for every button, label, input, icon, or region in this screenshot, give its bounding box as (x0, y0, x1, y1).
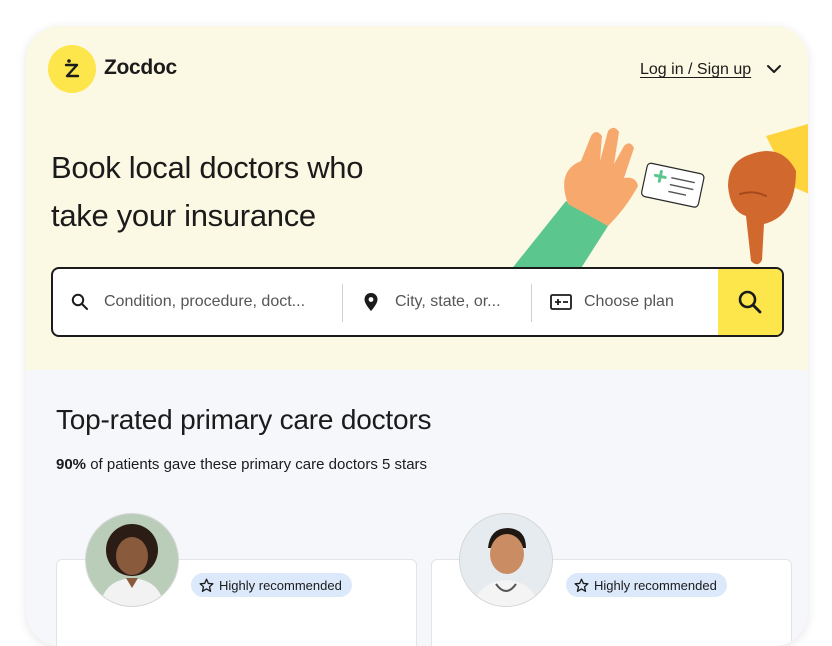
doctor-avatar[interactable] (459, 513, 553, 607)
login-signup-link[interactable]: Log in / Sign up (640, 61, 751, 79)
badge-label: Highly recommended (219, 577, 342, 593)
insurance-plan-select[interactable]: Choose plan (584, 293, 674, 311)
zocdoc-logo-icon[interactable] (48, 45, 96, 93)
condition-search-input[interactable]: Condition, procedure, doct... (104, 293, 305, 311)
section-title: Top-rated primary care doctors (56, 404, 432, 435)
doctor-avatar[interactable] (85, 513, 179, 607)
chevron-down-icon[interactable] (766, 64, 782, 76)
location-search-input[interactable]: City, state, or... (395, 293, 501, 311)
hero-section: Zocdoc Log in / Sign up Book local docto… (26, 26, 808, 370)
headline-line-2: take your insurance (51, 198, 316, 233)
section-subtitle: 90% of patients gave these primary care … (56, 456, 427, 473)
subtitle-text: of patients gave these primary care doct… (86, 456, 428, 473)
field-divider (531, 284, 532, 322)
subtitle-percent: 90% (56, 456, 87, 473)
insurance-card-illustration (506, 124, 808, 276)
search-button[interactable] (718, 269, 782, 335)
highly-recommended-badge: Highly recommended (191, 573, 352, 597)
field-divider (342, 284, 343, 322)
highly-recommended-badge: Highly recommended (566, 573, 727, 597)
badge-label: Highly recommended (594, 577, 717, 593)
insurance-card-icon (550, 294, 572, 310)
search-icon (71, 293, 88, 310)
headline-line-1: Book local doctors who (51, 150, 364, 185)
page-frame: Zocdoc Log in / Sign up Book local docto… (26, 26, 808, 646)
insurance-plan-field[interactable]: Choose plan (550, 269, 730, 335)
location-pin-icon (364, 293, 378, 311)
star-outline-icon (574, 578, 589, 592)
star-outline-icon (199, 578, 214, 592)
brand-name[interactable]: Zocdoc (104, 56, 177, 80)
page-title: Book local doctors who take your insuran… (51, 144, 471, 240)
search-icon (738, 290, 762, 314)
location-search-field[interactable]: City, state, or... (363, 269, 528, 335)
search-bar: Condition, procedure, doct... City, stat… (51, 267, 784, 337)
condition-search-field[interactable]: Condition, procedure, doct... (71, 269, 341, 335)
